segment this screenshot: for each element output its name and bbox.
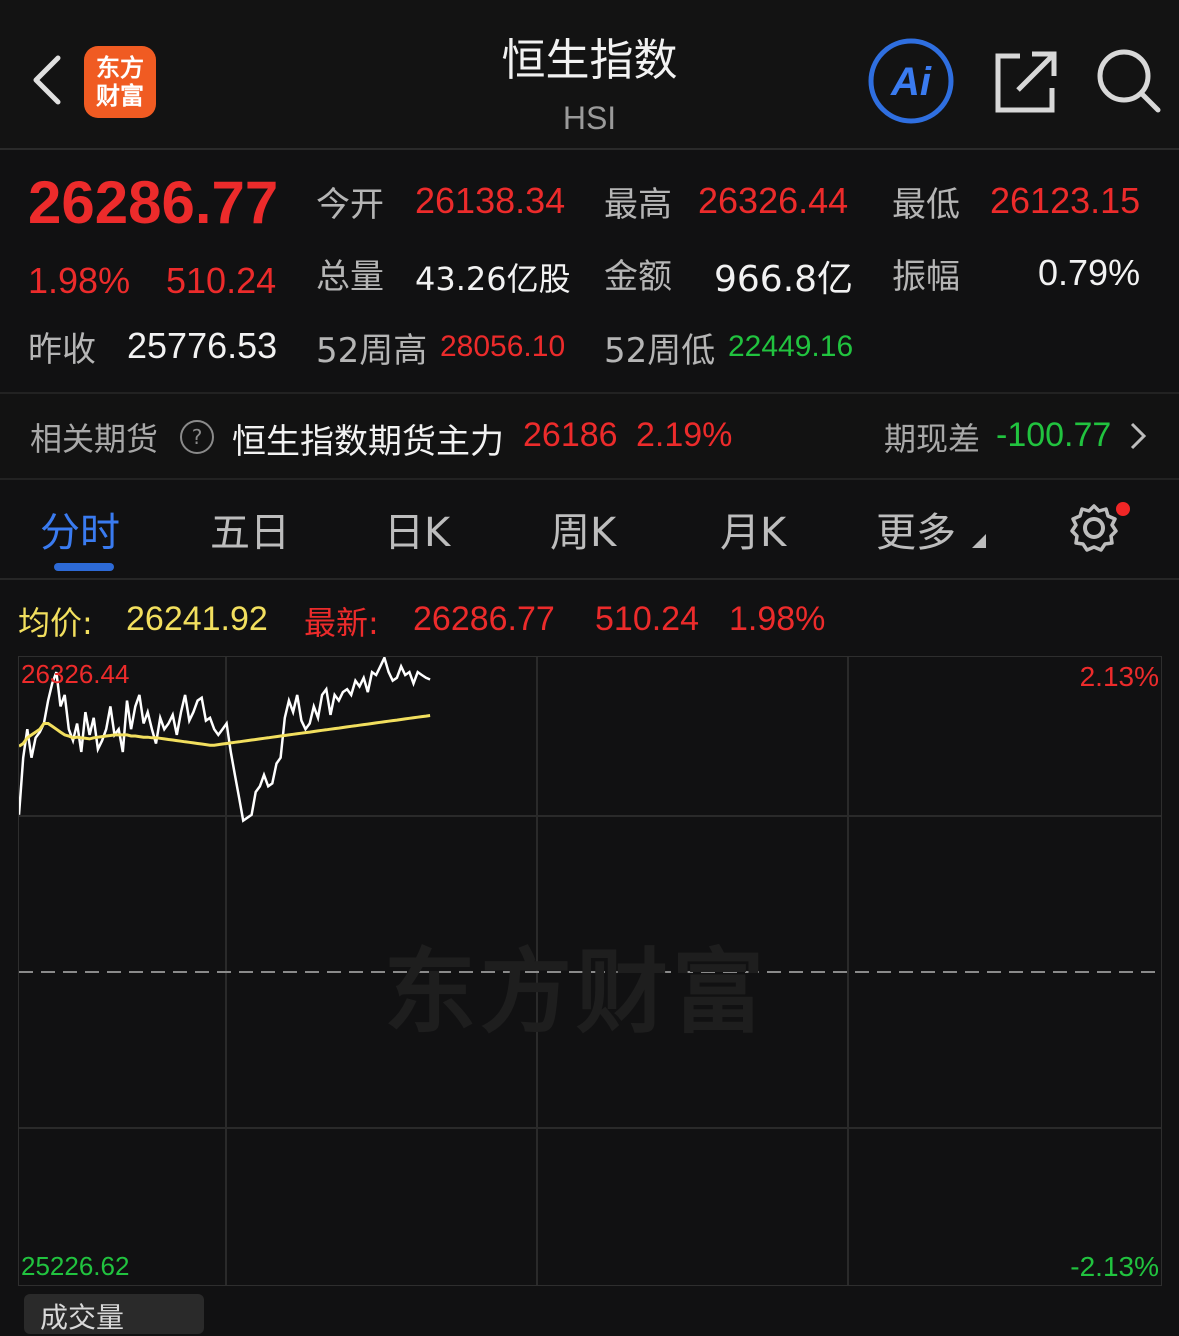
amplitude-value: 0.79% [1038, 252, 1141, 293]
ai-assistant-button[interactable]: Ai [868, 38, 954, 124]
low-value: 26123.15 [990, 180, 1141, 221]
related-futures-bar[interactable]: 相关期货 ? 恒生指数期货主力 26186 2.19% 期现差 -100.77 [0, 392, 1179, 480]
y-bottom-label: 25226.62 [21, 1251, 130, 1281]
change-value: 510.24 [166, 260, 277, 301]
help-icon[interactable]: ? [180, 420, 214, 454]
tab-five-day[interactable]: 五日 [210, 500, 290, 558]
basis-label: 期现差 [884, 420, 981, 458]
tabs-divider [0, 578, 1179, 580]
chevron-right-icon [1130, 422, 1147, 450]
gear-icon [1070, 504, 1118, 552]
week52-high-label: 52周高 [316, 331, 428, 371]
open-label: 今开 [316, 185, 384, 225]
amplitude-label: 振幅 [892, 257, 960, 297]
avg-price-value: 26241.92 [126, 600, 268, 638]
volume-tab[interactable]: 成交量 [24, 1294, 204, 1334]
high-label: 最高 [604, 185, 672, 225]
futures-price: 26186 [523, 416, 618, 454]
amount-label: 金额 [604, 257, 672, 297]
share-icon [995, 51, 1057, 113]
open-value: 26138.34 [415, 180, 566, 221]
pct-top-label: 2.13% [1079, 661, 1159, 692]
tab-more[interactable]: 更多 [876, 500, 956, 558]
latest-pct-value: 1.98% [729, 600, 826, 638]
search-icon [1097, 49, 1161, 113]
y-top-label: 26326.44 [21, 659, 130, 689]
header-bar: 东方 财富 恒生指数 HSI Ai [0, 0, 1179, 150]
week52-low-value: 22449.16 [728, 330, 854, 363]
tab-monthly-k[interactable]: 月K [720, 500, 786, 558]
watermark: 东方财富 [384, 939, 769, 1046]
change-pct: 1.98% [28, 260, 131, 301]
active-tab-indicator [54, 563, 114, 571]
ai-icon: Ai [868, 38, 954, 124]
avg-price-label: 均价: [18, 604, 93, 642]
ai-label: Ai [890, 60, 932, 104]
tab-daily-k[interactable]: 日K [384, 500, 450, 558]
week52-low-label: 52周低 [604, 331, 716, 371]
high-value: 26326.44 [698, 180, 849, 221]
volume-tab-label: 成交量 [40, 1301, 125, 1334]
dropdown-corner-icon [972, 534, 986, 548]
basis-value: -100.77 [996, 416, 1112, 454]
prev-close-value: 25776.53 [127, 325, 278, 366]
latest-price-value: 26286.77 [413, 600, 555, 638]
futures-name: 恒生指数期货主力 [232, 422, 504, 462]
latest-label: 最新: [304, 604, 379, 642]
notification-dot [1116, 502, 1130, 516]
tab-intraday[interactable]: 分时 [40, 500, 120, 558]
pct-bottom-label: -2.13% [1070, 1251, 1159, 1282]
latest-change-value: 510.24 [595, 600, 699, 638]
futures-pct: 2.19% [636, 416, 733, 454]
prev-close-label: 昨收 [28, 330, 96, 370]
week52-high-value: 28056.10 [440, 330, 566, 363]
low-label: 最低 [892, 185, 960, 225]
search-button[interactable] [1096, 48, 1162, 114]
tab-weekly-k[interactable]: 周K [550, 500, 616, 558]
futures-label: 相关期货 [30, 420, 159, 458]
last-price: 26286.77 [28, 169, 279, 236]
amount-value: 966.8亿 [714, 259, 854, 300]
volume-label: 总量 [316, 257, 384, 297]
share-button[interactable] [994, 48, 1058, 114]
settings-button[interactable] [1066, 502, 1130, 556]
volume-value: 43.26亿股 [415, 260, 571, 298]
